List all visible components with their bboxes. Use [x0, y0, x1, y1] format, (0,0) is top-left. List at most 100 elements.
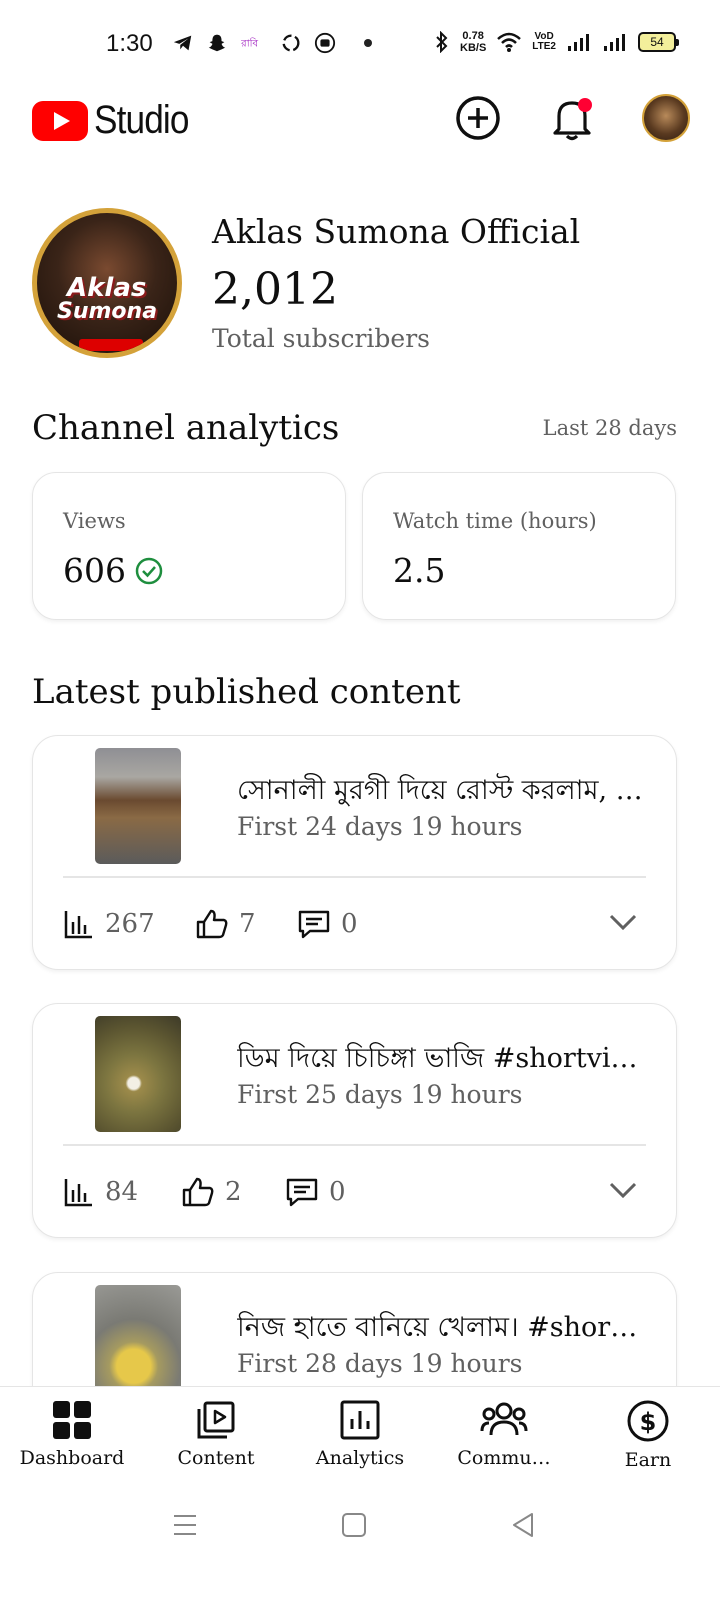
- views-label: Views: [63, 509, 126, 533]
- more-notifications-dot: [364, 39, 372, 47]
- channel-header: Aklas Sumona Aklas Sumona Official 2,012…: [32, 208, 692, 358]
- likes-metric: 2: [181, 1176, 285, 1208]
- views-count: 267: [105, 909, 155, 939]
- views-value-row: 606: [63, 551, 164, 590]
- dashboard-icon: [53, 1401, 91, 1439]
- signal-icon-sim1: [568, 34, 589, 51]
- thumbs-up-icon: [182, 1177, 214, 1207]
- status-system-icons: 0.78 KB/S VoD LTE2 54: [434, 30, 679, 54]
- app-bar-actions: [454, 94, 690, 142]
- nav-earn[interactable]: $ Earn: [576, 1387, 720, 1482]
- analytics-cards: Views 606 Watch time (hours) 2.5: [32, 472, 677, 620]
- earn-icon: $: [627, 1400, 669, 1442]
- notifications-button[interactable]: [548, 94, 596, 142]
- system-navigation-bar: [0, 1482, 720, 1600]
- comments-metric: 0: [297, 908, 358, 940]
- nav-community[interactable]: Commu…: [432, 1387, 576, 1482]
- status-notification-icons: রাবি: [172, 32, 372, 54]
- plus-circle-icon: [456, 96, 500, 140]
- video-metrics: 267 7 0: [63, 908, 358, 940]
- app-logo-icon: রাবি: [240, 38, 258, 50]
- watch-time-card[interactable]: Watch time (hours) 2.5: [362, 472, 676, 620]
- media-icon: [314, 32, 336, 54]
- video-period: First 28 days 19 hours: [237, 1349, 523, 1378]
- subscriber-count: 2,012: [212, 264, 338, 315]
- back-icon[interactable]: [510, 1512, 536, 1538]
- bar-chart-icon: [64, 911, 92, 939]
- video-period: First 25 days 19 hours: [237, 1080, 523, 1109]
- nav-dashboard[interactable]: Dashboard: [0, 1387, 144, 1482]
- watch-time-value: 2.5: [393, 551, 446, 590]
- bar-chart-icon: [64, 1179, 92, 1207]
- channel-avatar[interactable]: Aklas Sumona: [32, 208, 182, 358]
- video-card[interactable]: সোনালী মুরগী দিয়ে রোস্ট করলাম, #shortvi…: [32, 735, 677, 970]
- video-thumbnail[interactable]: [95, 1285, 181, 1401]
- comments-count: 0: [329, 1177, 346, 1207]
- svg-text:$: $: [640, 1408, 657, 1436]
- home-icon[interactable]: [341, 1512, 367, 1538]
- notification-badge: [578, 98, 592, 112]
- nav-content-label: Content: [177, 1447, 255, 1469]
- views-card[interactable]: Views 606: [32, 472, 346, 620]
- avatar-logo-text-2: Sumona: [57, 299, 158, 324]
- video-thumbnail[interactable]: [95, 1016, 181, 1132]
- bottom-navigation: Dashboard Content Analytics Commu… $ Ear…: [0, 1386, 720, 1482]
- snapchat-icon: [208, 34, 226, 52]
- likes-metric: 7: [195, 908, 297, 940]
- video-card[interactable]: ডিম দিয়ে চিচিঙ্গা ভাজি #shortvideo Firs…: [32, 1003, 677, 1238]
- community-icon: [480, 1402, 528, 1436]
- video-period: First 24 days 19 hours: [237, 812, 523, 841]
- comments-metric: 0: [285, 1176, 346, 1208]
- nav-analytics-label: Analytics: [315, 1447, 405, 1469]
- signal-icon-sim2: [604, 34, 625, 51]
- status-time: 1:30: [106, 30, 153, 57]
- comment-icon: [298, 910, 330, 939]
- watch-time-label: Watch time (hours): [393, 509, 597, 533]
- nav-earn-label: Earn: [624, 1449, 672, 1471]
- youtube-play-icon: [32, 100, 88, 141]
- svg-text:রাবি: রাবি: [240, 38, 258, 50]
- status-bar: 1:30 রাবি 0.78 KB/S VoD LTE2 54: [0, 0, 720, 90]
- network-speed: 0.78 KB/S: [460, 30, 487, 54]
- create-button[interactable]: [454, 94, 502, 142]
- battery-indicator: 54: [638, 32, 679, 52]
- card-divider: [63, 876, 646, 878]
- views-value: 606: [63, 551, 126, 590]
- video-thumbnail[interactable]: [95, 748, 181, 864]
- app-bar: Studio: [0, 92, 720, 152]
- views-metric: 267: [63, 908, 195, 940]
- telegram-icon: [173, 35, 192, 51]
- nav-content[interactable]: Content: [144, 1387, 288, 1482]
- likes-count: 2: [225, 1177, 242, 1207]
- thumbs-up-icon: [196, 909, 228, 939]
- nav-community-label: Commu…: [457, 1447, 551, 1469]
- comments-count: 0: [341, 909, 358, 939]
- volte-indicator: VoD LTE2: [532, 31, 556, 52]
- sync-icon: [282, 34, 300, 52]
- account-avatar[interactable]: [642, 94, 690, 142]
- video-title[interactable]: সোনালী মুরগী দিয়ে রোস্ট করলাম, #shortvi…: [237, 770, 647, 815]
- bluetooth-icon: [436, 31, 448, 53]
- nav-analytics[interactable]: Analytics: [288, 1387, 432, 1482]
- wifi-icon: [497, 32, 522, 52]
- channel-analytics-header: Channel analytics Last 28 days: [32, 408, 677, 448]
- check-circle-icon: [135, 557, 163, 584]
- video-title[interactable]: ডিম দিয়ে চিচিঙ্গা ভাজি #shortvideo: [237, 1038, 647, 1083]
- nav-dashboard-label: Dashboard: [19, 1447, 125, 1469]
- content-icon: [197, 1401, 235, 1439]
- channel-name: Aklas Sumona Official: [212, 212, 581, 251]
- menu-icon[interactable]: [172, 1512, 198, 1538]
- analytics-period: Last 28 days: [542, 416, 677, 440]
- likes-count: 7: [239, 909, 256, 939]
- chevron-down-icon[interactable]: [608, 912, 638, 932]
- subscriber-label: Total subscribers: [212, 324, 430, 353]
- avatar-subscribe-badge: [79, 339, 143, 351]
- youtube-studio-logo[interactable]: Studio: [32, 98, 201, 143]
- comment-icon: [286, 1178, 318, 1207]
- latest-content-title: Latest published content: [32, 672, 461, 712]
- studio-logo-text: Studio: [94, 98, 189, 142]
- analytics-icon: [340, 1400, 380, 1440]
- chevron-down-icon[interactable]: [608, 1180, 638, 1200]
- video-metrics: 84 2 0: [63, 1176, 346, 1208]
- video-title[interactable]: নিজ হাতে বানিয়ে খেলাম। #shortvideo: [237, 1307, 647, 1352]
